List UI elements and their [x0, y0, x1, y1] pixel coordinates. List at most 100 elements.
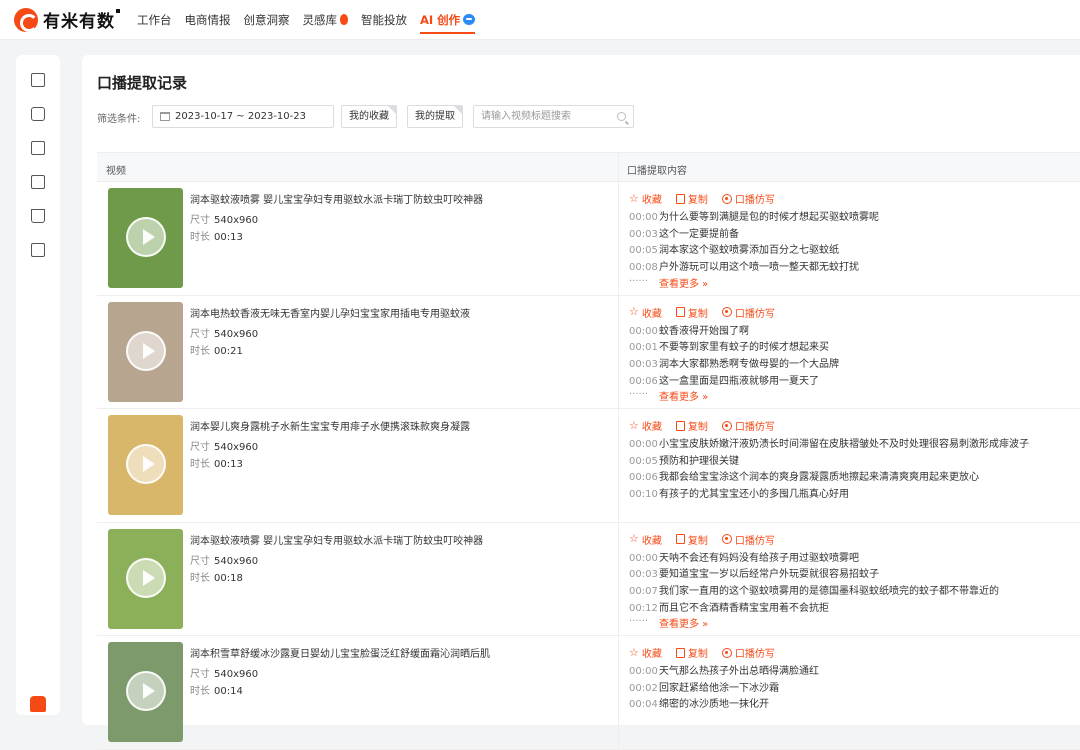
- imitate-button[interactable]: 口播仿写: [721, 191, 775, 206]
- filter-my-extracted[interactable]: 我的提取: [407, 105, 463, 128]
- video-size: 尺寸 540x960: [190, 211, 258, 226]
- favorite-button[interactable]: ☆ 收藏: [629, 305, 662, 320]
- date-range-picker[interactable]: 2023-10-17 ~ 2023-10-23: [152, 105, 334, 128]
- see-more-label: 查看更多: [659, 392, 699, 404]
- transcript-time: 00:00: [629, 212, 658, 223]
- nav-link-ads[interactable]: 智能投放: [361, 0, 407, 40]
- filter-label: 筛选条件:: [97, 114, 141, 125]
- ai-chip-icon[interactable]: [31, 73, 45, 87]
- chip-label: 我的收藏: [349, 111, 389, 122]
- size-value: 540x960: [214, 328, 259, 340]
- imitate-button[interactable]: 口播仿写: [721, 418, 775, 433]
- table-row: 润本驱蚊液喷雾 婴儿宝宝孕妇专用驱蚊水派卡瑞丁防蚊虫叮咬神器 尺寸 540x960…: [97, 182, 1080, 296]
- video-thumbnail[interactable]: [108, 528, 183, 629]
- video-play-icon[interactable]: [31, 107, 45, 121]
- copy-button[interactable]: 复制: [675, 305, 708, 320]
- play-icon[interactable]: [126, 330, 166, 371]
- main-panel: 口播提取记录 筛选条件: 2023-10-17 ~ 2023-10-23 我的收…: [82, 55, 1080, 750]
- chat-icon[interactable]: [31, 141, 45, 155]
- video-thumbnail[interactable]: [108, 188, 183, 288]
- favorite-button[interactable]: ☆ 收藏: [629, 191, 662, 207]
- nav-link-ai-create[interactable]: AI 创作: [420, 0, 476, 40]
- video-duration: 时长 00:14: [190, 682, 243, 697]
- ellipsis: ......: [629, 386, 649, 398]
- copy-button[interactable]: 复制: [675, 191, 708, 206]
- favorite-button[interactable]: ☆ 收藏: [629, 645, 662, 661]
- chip-label: 我的提取: [415, 111, 455, 122]
- nav-link-creative[interactable]: 创意洞察: [244, 0, 290, 40]
- size-value: 540x960: [214, 215, 259, 226]
- table-body: 润本驱蚊液喷雾 婴儿宝宝孕妇专用驱蚊水派卡瑞丁防蚊虫叮咬神器 尺寸 540x960…: [97, 182, 1080, 750]
- video-size: 尺寸 540x960: [190, 665, 258, 680]
- size-label: 尺寸: [190, 555, 210, 567]
- cart-icon[interactable]: [31, 209, 45, 223]
- transcript-line: 00:10有孩子的尤其宝宝还小的多囤几瓶真心好用: [629, 487, 1029, 504]
- imitate-button[interactable]: 口播仿写: [721, 645, 775, 660]
- search-icon[interactable]: [617, 112, 626, 121]
- transcript-time: 00:00: [629, 325, 658, 337]
- brand-name: 有米有数: [43, 12, 115, 32]
- copy-button[interactable]: 复制: [675, 645, 708, 660]
- star-icon: ☆: [629, 532, 639, 545]
- transcript-text: 蚊香液得开始囤了啊: [659, 325, 749, 337]
- video-thumbnail[interactable]: [108, 301, 183, 402]
- duration-label: 时长: [190, 232, 210, 243]
- col-divider: [618, 636, 619, 749]
- video-title[interactable]: 润本驱蚊液喷雾 婴儿宝宝孕妇专用驱蚊水派卡瑞丁防蚊虫叮咬神器: [190, 191, 483, 206]
- play-icon[interactable]: [126, 671, 166, 711]
- see-more-link[interactable]: ...... 查看更多 »: [629, 273, 879, 293]
- transcript-line: 00:00天呐不会还有妈妈没有给孩子用过驱蚊喷雾吧: [629, 551, 999, 568]
- transcript-lines: 00:00天呐不会还有妈妈没有给孩子用过驱蚊喷雾吧 00:03要知道宝宝一岁以后经…: [629, 551, 999, 634]
- logo-dot-icon: [116, 9, 120, 13]
- transcript-line: 00:00蚊香液得开始囤了啊: [629, 324, 839, 341]
- nav-link-label: 电商情报: [184, 13, 231, 27]
- size-value: 540x960: [214, 555, 259, 567]
- col-divider: [618, 295, 619, 408]
- video-title[interactable]: 润本电热蚊香液无味无香室内婴儿孕妇宝宝家用插电专用驱蚊液: [190, 305, 470, 320]
- nav-link-workbench[interactable]: 工作台: [137, 0, 172, 40]
- transcript-time: 00:01: [629, 342, 658, 354]
- helper-icon[interactable]: [30, 696, 46, 712]
- col-divider: [618, 522, 619, 635]
- video-title[interactable]: 润本驱蚊液喷雾 婴儿宝宝孕妇专用驱蚊水派卡瑞丁防蚊虫叮咬神器: [190, 532, 483, 547]
- filter-my-favorites[interactable]: 我的收藏: [341, 105, 397, 128]
- play-icon[interactable]: [126, 444, 166, 484]
- copy-icon: [675, 420, 685, 431]
- nav-link-ecommerce[interactable]: 电商情报: [185, 0, 231, 40]
- imitate-label: 口播仿写: [734, 649, 775, 660]
- transcript-text: 这一盒里面是四瓶液就够用一夏天了: [659, 375, 819, 387]
- search-input[interactable]: 请输入视频标题搜索: [473, 105, 634, 128]
- duration-value: 00:13: [214, 232, 243, 243]
- play-icon[interactable]: [126, 557, 166, 598]
- brand-logo[interactable]: 有米有数: [14, 7, 120, 32]
- favorite-button[interactable]: ☆ 收藏: [629, 532, 662, 547]
- col-divider: [618, 182, 619, 295]
- nav-link-inspiration[interactable]: 灵感库: [303, 0, 348, 40]
- copy-button[interactable]: 复制: [675, 532, 708, 547]
- star-icon: ☆: [629, 305, 639, 318]
- book-icon[interactable]: [31, 175, 45, 189]
- video-thumbnail[interactable]: [108, 642, 183, 742]
- transcript-line: 00:07我们家一直用的这个驱蚊喷雾用的是德国墨科驱蚊纸喷完的蚊子都不带靠近的: [629, 584, 999, 601]
- copy-button[interactable]: 复制: [675, 418, 708, 433]
- page-title: 口播提取记录: [97, 74, 188, 92]
- play-icon[interactable]: [126, 217, 166, 257]
- transcript-time: 00:02: [629, 682, 658, 694]
- favorite-button[interactable]: ☆ 收藏: [629, 418, 662, 434]
- copy-label: 复制: [687, 195, 708, 206]
- video-title[interactable]: 润本婴儿爽身露桃子水新生宝宝专用痱子水便携滚珠款爽身凝露: [190, 418, 470, 433]
- video-thumbnail[interactable]: [108, 415, 183, 515]
- see-more-link[interactable]: ...... 查看更多 »: [629, 386, 839, 406]
- transcript-time: 00:05: [629, 455, 658, 467]
- list-icon[interactable]: [31, 243, 45, 257]
- imitate-button[interactable]: 口播仿写: [721, 305, 775, 320]
- video-duration: 时长 00:13: [190, 228, 243, 243]
- transcript-text: 小宝宝皮肤娇嫩汗液奶渍长时间滞留在皮肤褶皱处不及时处理很容易刺激形成痱波子: [659, 439, 1029, 450]
- transcript-text: 为什么要等到满腿是包的时候才想起买驱蚊喷雾呢: [659, 212, 879, 223]
- video-size: 尺寸 540x960: [190, 325, 258, 340]
- video-title[interactable]: 润本积雪草舒缓冰沙露夏日婴幼儿宝宝脸蛋泛红舒缓面霜沁润晒后肌: [190, 645, 490, 660]
- imitate-button[interactable]: 口播仿写: [721, 532, 775, 547]
- transcript-text: 不要等到家里有蚊子的时候才想起来买: [659, 342, 829, 354]
- search-placeholder: 请输入视频标题搜索: [481, 111, 571, 122]
- see-more-link[interactable]: ...... 查看更多 »: [629, 613, 999, 633]
